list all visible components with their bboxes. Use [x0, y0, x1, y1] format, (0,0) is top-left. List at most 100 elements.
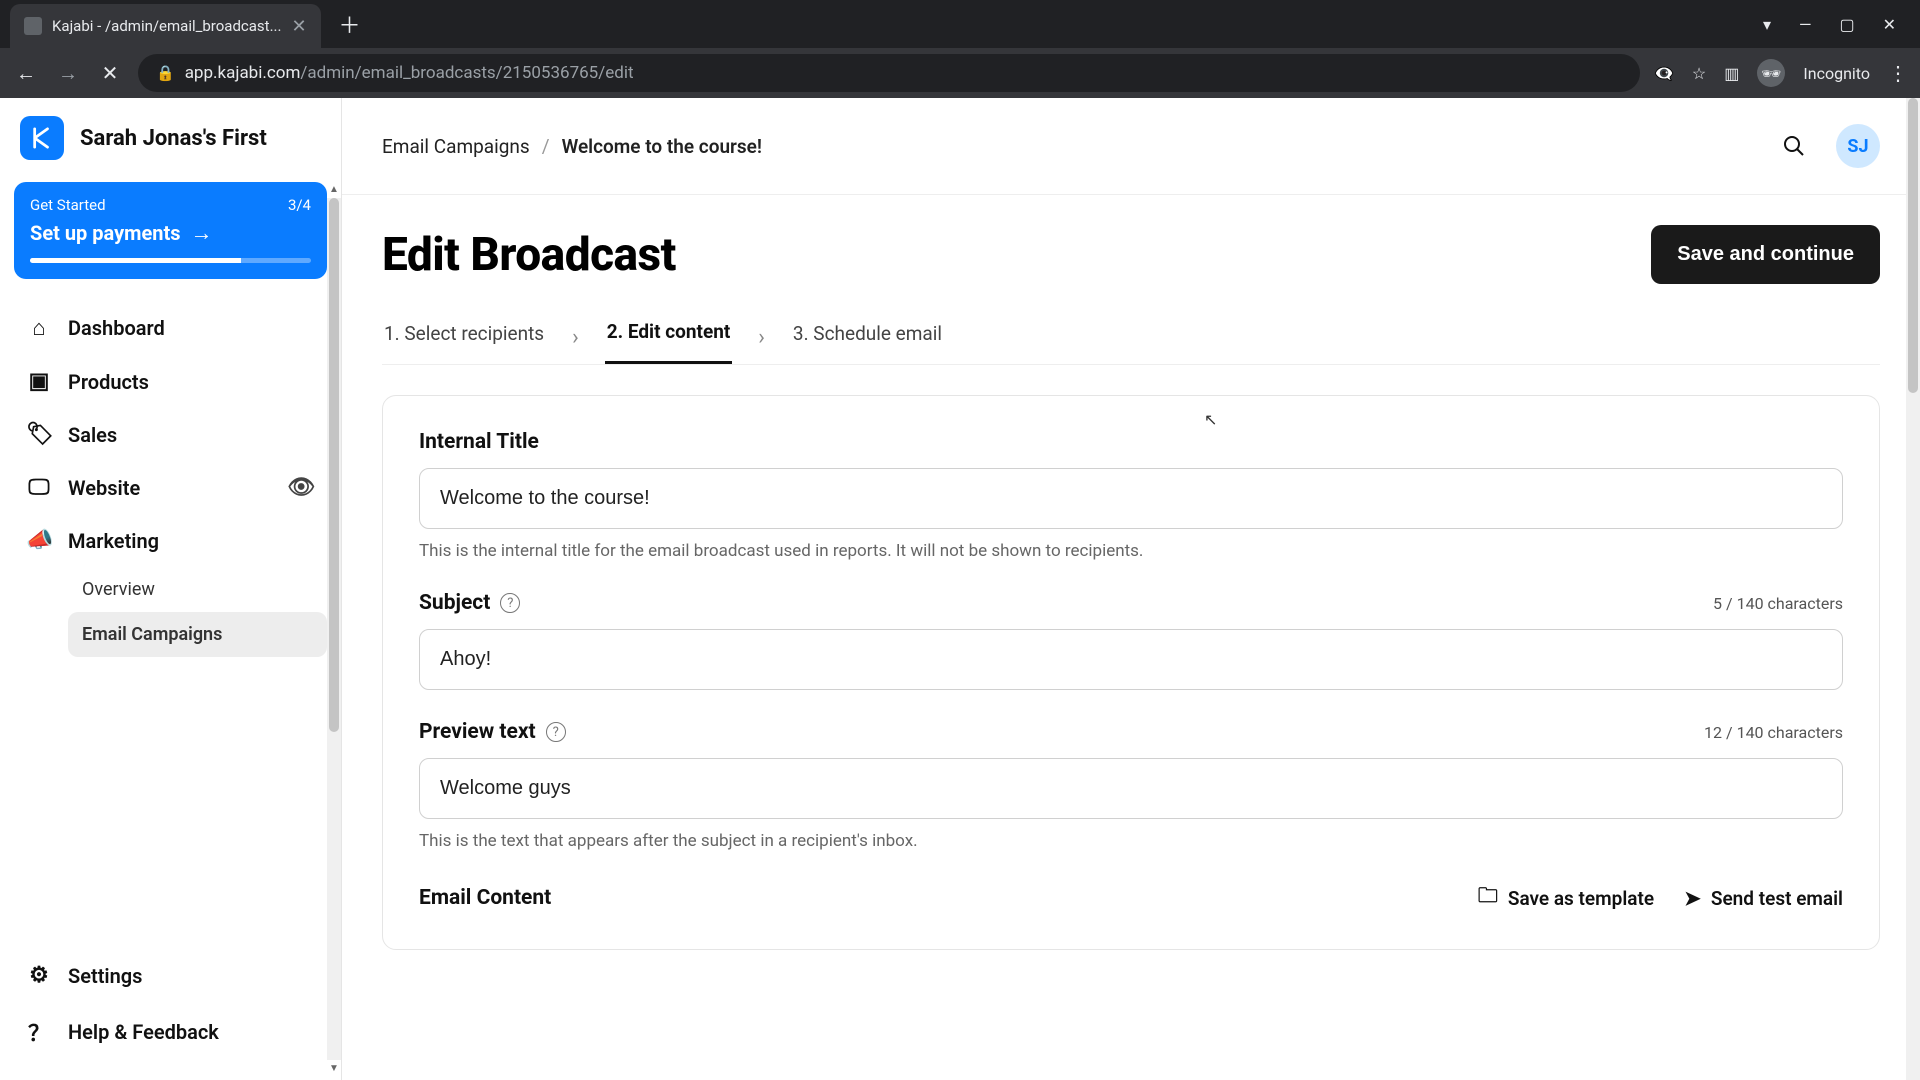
tag-icon: 🏷 — [26, 422, 52, 447]
sidebar-nav: ⌂ Dashboard ▣ Products 🏷 Sales 🖵 Website… — [0, 301, 341, 949]
close-icon[interactable]: ✕ — [291, 16, 306, 37]
incognito-icon[interactable]: 🕶 — [1757, 59, 1785, 87]
breadcrumb: Email Campaigns / Welcome to the course! — [382, 135, 762, 158]
preview-char-count: 12 / 140 characters — [1704, 723, 1843, 742]
preview-label: Preview text — [419, 720, 536, 744]
url-input[interactable]: 🔒 app.kajabi.com/admin/email_broadcasts/… — [138, 54, 1640, 92]
sidebar-item-label: Marketing — [68, 529, 159, 553]
sidebar: Sarah Jonas's First Get Started 3/4 Set … — [0, 98, 342, 1080]
breadcrumb-current: Welcome to the course! — [562, 135, 762, 158]
email-content-header: Email Content 🗀 Save as template ➤ Send … — [419, 881, 1843, 915]
chevron-right-icon: › — [758, 325, 765, 350]
stepper: 1. Select recipients › 2. Edit content ›… — [382, 310, 1880, 365]
new-tab-button[interactable]: ＋ — [339, 8, 361, 40]
sidebar-item-label: Website — [68, 476, 140, 500]
chevron-right-icon: › — [572, 325, 579, 350]
step-edit-content[interactable]: 2. Edit content — [605, 310, 733, 364]
scroll-up-icon[interactable]: ▲ — [327, 184, 341, 195]
subnav-overview[interactable]: Overview — [68, 567, 327, 612]
form-card: Internal Title This is the internal titl… — [382, 395, 1880, 950]
scrollbar-thumb[interactable] — [329, 198, 339, 732]
address-bar: ← → ✕ 🔒 app.kajabi.com/admin/email_broad… — [0, 48, 1920, 98]
sidebar-item-marketing[interactable]: 📣 Marketing — [14, 514, 327, 567]
incognito-label: Incognito — [1803, 64, 1870, 83]
help-icon[interactable]: ? — [500, 593, 520, 613]
brand[interactable]: Sarah Jonas's First — [0, 116, 341, 182]
back-button[interactable]: ← — [12, 61, 40, 86]
send-icon: ➤ — [1684, 886, 1701, 910]
scrollbar-thumb[interactable] — [1908, 98, 1918, 393]
search-icon[interactable] — [1782, 134, 1806, 158]
save-continue-button[interactable]: Save and continue — [1651, 225, 1880, 284]
send-test-email-button[interactable]: ➤ Send test email — [1684, 881, 1843, 915]
breadcrumb-root[interactable]: Email Campaigns — [382, 135, 530, 158]
scroll-down-icon[interactable]: ▼ — [327, 1063, 341, 1074]
tab-bar: Kajabi - /admin/email_broadcast... ✕ ＋ ▾… — [0, 0, 1920, 48]
save-as-template-button[interactable]: 🗀 Save as template — [1478, 881, 1654, 915]
sidebar-item-dashboard[interactable]: ⌂ Dashboard — [14, 301, 327, 355]
get-started-progress: 3/4 — [288, 196, 311, 214]
avatar[interactable]: SJ — [1836, 124, 1880, 168]
sidebar-item-label: Dashboard — [68, 316, 165, 340]
bookmark-icon[interactable]: ☆ — [1692, 64, 1706, 83]
field-internal-title: Internal Title This is the internal titl… — [419, 430, 1843, 561]
subject-label: Subject — [419, 591, 490, 615]
save-template-label: Save as template — [1508, 887, 1654, 910]
sidebar-item-label: Help & Feedback — [68, 1020, 219, 1044]
browser-tab[interactable]: Kajabi - /admin/email_broadcast... ✕ — [10, 4, 321, 48]
subject-input[interactable] — [419, 629, 1843, 690]
home-icon: ⌂ — [26, 315, 52, 341]
megaphone-icon: 📣 — [26, 528, 52, 553]
step-schedule[interactable]: 3. Schedule email — [791, 312, 944, 363]
site-name: Sarah Jonas's First — [80, 126, 267, 151]
extensions-icon[interactable]: ▥ — [1724, 64, 1739, 83]
main-area: Email Campaigns / Welcome to the course!… — [342, 98, 1920, 1080]
internal-title-input[interactable] — [419, 468, 1843, 529]
minimize-icon[interactable]: — — [1799, 15, 1812, 34]
sidebar-item-website[interactable]: 🖵 Website 👁 — [14, 461, 327, 514]
get-started-card[interactable]: Get Started 3/4 Set up payments → — [14, 182, 327, 279]
sidebar-item-label: Settings — [68, 964, 142, 988]
help-icon[interactable]: ? — [546, 722, 566, 742]
step-recipients[interactable]: 1. Select recipients — [382, 312, 546, 363]
chevron-down-icon[interactable]: ▾ — [1763, 15, 1771, 34]
sidebar-bottom: ⚙ Settings ？ Help & Feedback — [0, 949, 341, 1062]
sidebar-item-products[interactable]: ▣ Products — [14, 355, 327, 408]
help-icon: ？ — [26, 1016, 52, 1048]
preview-input[interactable] — [419, 758, 1843, 819]
page-title: Edit Broadcast — [382, 228, 676, 282]
app-root: Sarah Jonas's First Get Started 3/4 Set … — [0, 98, 1920, 1080]
sidebar-item-label: Products — [68, 370, 149, 394]
browser-menu-button[interactable]: ⋮ — [1888, 61, 1908, 85]
package-icon: ▣ — [26, 369, 52, 394]
sidebar-scrollbar[interactable]: ▲ ▼ — [327, 198, 341, 1060]
maximize-icon[interactable]: ▢ — [1839, 15, 1854, 34]
monitor-icon: 🖵 — [26, 475, 52, 500]
window-controls: ▾ — ▢ ✕ — [1763, 15, 1910, 34]
progress-bar — [30, 258, 311, 263]
forward-button[interactable]: → — [54, 61, 82, 86]
get-started-label: Get Started — [30, 196, 106, 214]
sidebar-item-sales[interactable]: 🏷 Sales — [14, 408, 327, 461]
eye-off-icon[interactable]: 👁‍🗨 — [1654, 64, 1674, 83]
sidebar-item-label: Sales — [68, 423, 117, 447]
eye-icon[interactable]: 👁 — [287, 475, 315, 500]
folder-icon: 🗀 — [1478, 881, 1498, 915]
field-preview-text: Preview text ? 12 / 140 characters This … — [419, 720, 1843, 851]
arrow-right-icon: → — [191, 220, 213, 246]
content: Edit Broadcast Save and continue 1. Sele… — [342, 195, 1920, 980]
sidebar-item-help[interactable]: ？ Help & Feedback — [14, 1002, 327, 1062]
favicon-icon — [24, 17, 42, 35]
lock-icon: 🔒 — [156, 64, 175, 82]
brand-logo — [20, 116, 64, 160]
main-scrollbar[interactable] — [1906, 98, 1920, 1080]
browser-chrome: Kajabi - /admin/email_broadcast... ✕ ＋ ▾… — [0, 0, 1920, 98]
subnav-email-campaigns[interactable]: Email Campaigns — [68, 612, 327, 657]
send-test-label: Send test email — [1711, 887, 1843, 910]
close-window-icon[interactable]: ✕ — [1883, 15, 1896, 34]
preview-helper: This is the text that appears after the … — [419, 831, 1843, 851]
gear-icon: ⚙ — [26, 963, 52, 988]
stop-reload-button[interactable]: ✕ — [96, 61, 124, 85]
subject-char-count: 5 / 140 characters — [1713, 594, 1843, 613]
sidebar-item-settings[interactable]: ⚙ Settings — [14, 949, 327, 1002]
